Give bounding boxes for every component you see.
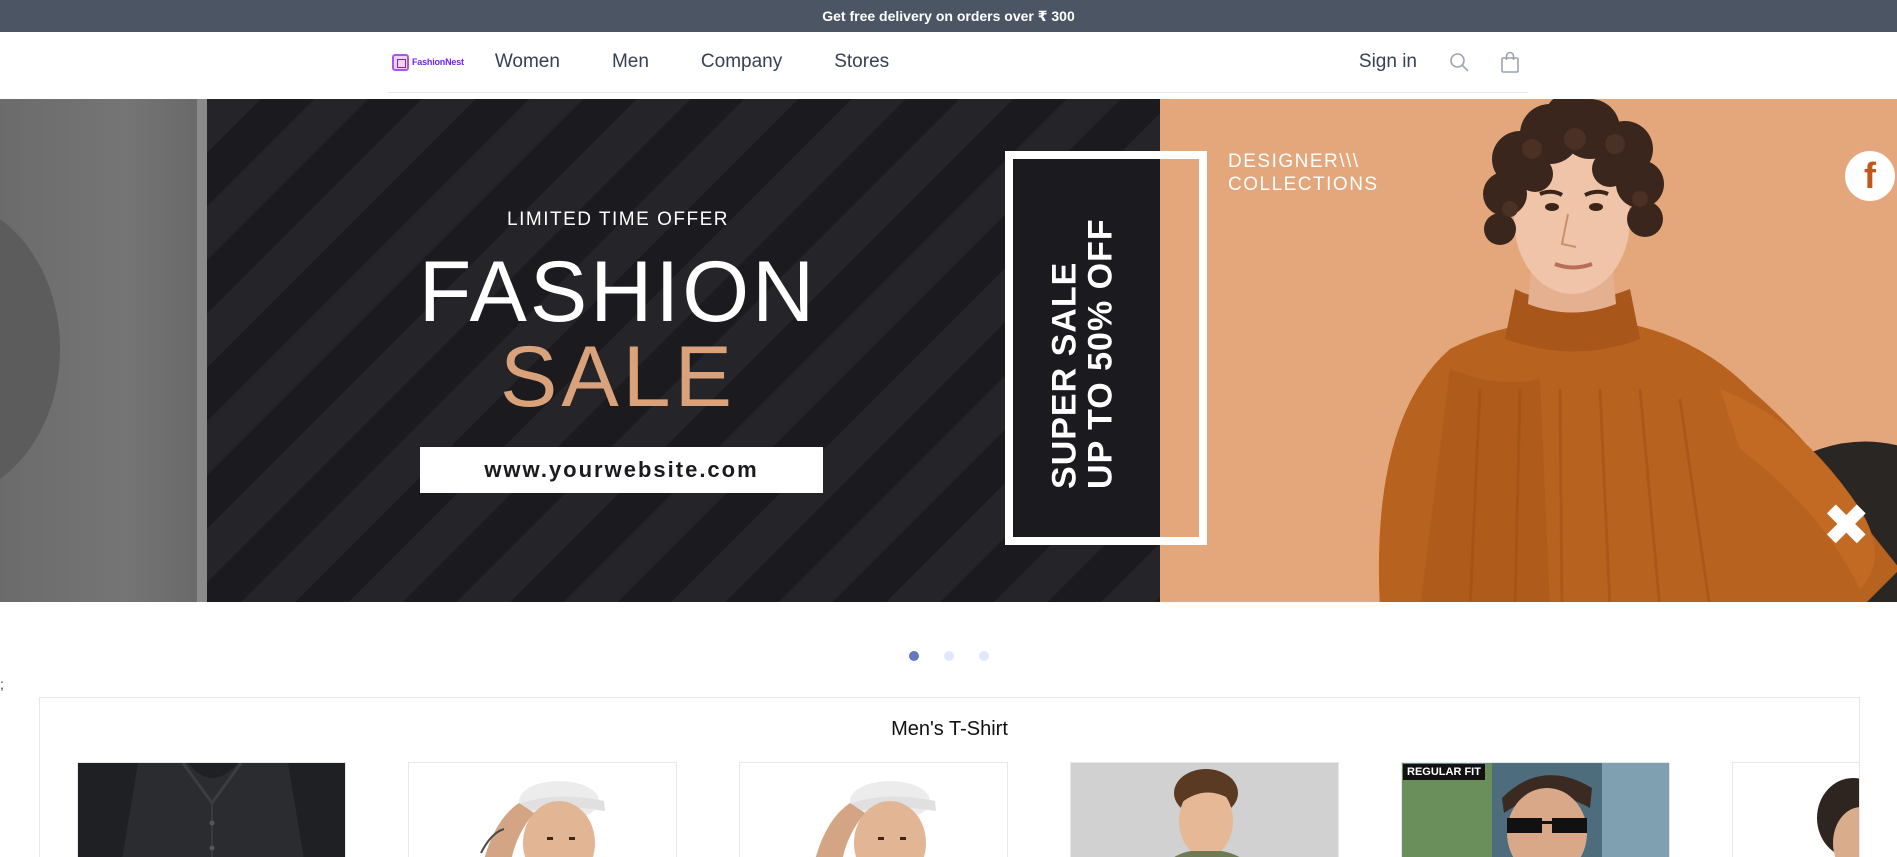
previous-slide-peek	[0, 99, 207, 602]
product-card[interactable]	[408, 762, 677, 857]
product-image	[409, 763, 676, 857]
section-title: Men's T-Shirt	[891, 718, 1008, 740]
designer-collections: DESIGNER\\\ COLLECTIONS	[1228, 151, 1379, 197]
product-image	[78, 763, 345, 857]
product-card[interactable]	[1732, 762, 1859, 857]
logo[interactable]: FashionNest	[392, 53, 464, 71]
logo-text: FashionNest	[412, 57, 464, 67]
carousel-dot-1[interactable]	[908, 651, 919, 661]
limited-time-offer: LIMITED TIME OFFER	[507, 209, 729, 230]
vertical-sale-text: SUPER SALE UP TO 50% OFF	[1018, 189, 1148, 519]
nav-actions: Sign in	[1359, 50, 1522, 74]
designer-line: DESIGNER\\\	[1228, 151, 1360, 172]
previous-slide-edge	[197, 99, 207, 602]
search-icon[interactable]	[1447, 50, 1471, 74]
hero-title-fashion: FASHION	[418, 244, 818, 340]
product-image	[740, 763, 1007, 857]
logo-icon	[392, 53, 409, 71]
super-sale-line: SUPER SALE	[1045, 262, 1084, 490]
promo-text: Get free delivery on orders over ₹ 300	[822, 7, 1075, 24]
previous-slide-shape	[0, 199, 60, 499]
promo-banner: Get free delivery on orders over ₹ 300	[0, 0, 1897, 32]
close-icon[interactable]: ✖	[1822, 497, 1871, 555]
nav-link-women[interactable]: Women	[495, 51, 560, 73]
product-image	[1071, 763, 1338, 857]
nav-link-company[interactable]: Company	[701, 51, 782, 73]
carousel-dot-2[interactable]	[943, 651, 954, 661]
hero-carousel[interactable]: LIMITED TIME OFFER FASHION SALE www.your…	[0, 99, 1897, 602]
mens-tshirt-section: Men's T-Shirt REGULAR FIT	[39, 697, 1860, 857]
carousel-indicators	[0, 651, 1897, 661]
shopping-bag-icon[interactable]	[1498, 50, 1522, 74]
vertical-sale-lines: SUPER SALE UP TO 50% OFF	[1045, 218, 1119, 490]
stray-text: ;	[0, 676, 4, 692]
product-card[interactable]	[739, 762, 1008, 857]
nav-link-men[interactable]: Men	[612, 51, 649, 73]
nav-links: Women Men Company Stores	[495, 51, 941, 73]
carousel-dot-3[interactable]	[978, 651, 989, 661]
collections-line: COLLECTIONS	[1228, 173, 1379, 195]
hero-title-sale: SALE	[500, 329, 736, 425]
product-card[interactable]: REGULAR FIT	[1401, 762, 1670, 857]
website-url-box: www.yourwebsite.com	[420, 447, 823, 493]
sign-in-link[interactable]: Sign in	[1359, 51, 1417, 73]
navbar: FashionNest Women Men Company Stores Sig…	[388, 32, 1528, 93]
facebook-icon[interactable]: f	[1845, 151, 1895, 201]
model-image	[1378, 99, 1897, 602]
discount-line: UP TO 50% OFF	[1081, 218, 1119, 490]
product-card[interactable]	[1070, 762, 1339, 857]
product-image	[1733, 763, 1859, 857]
product-card[interactable]	[77, 762, 346, 857]
nav-link-stores[interactable]: Stores	[834, 51, 889, 73]
regular-fit-badge: REGULAR FIT	[1403, 764, 1485, 780]
